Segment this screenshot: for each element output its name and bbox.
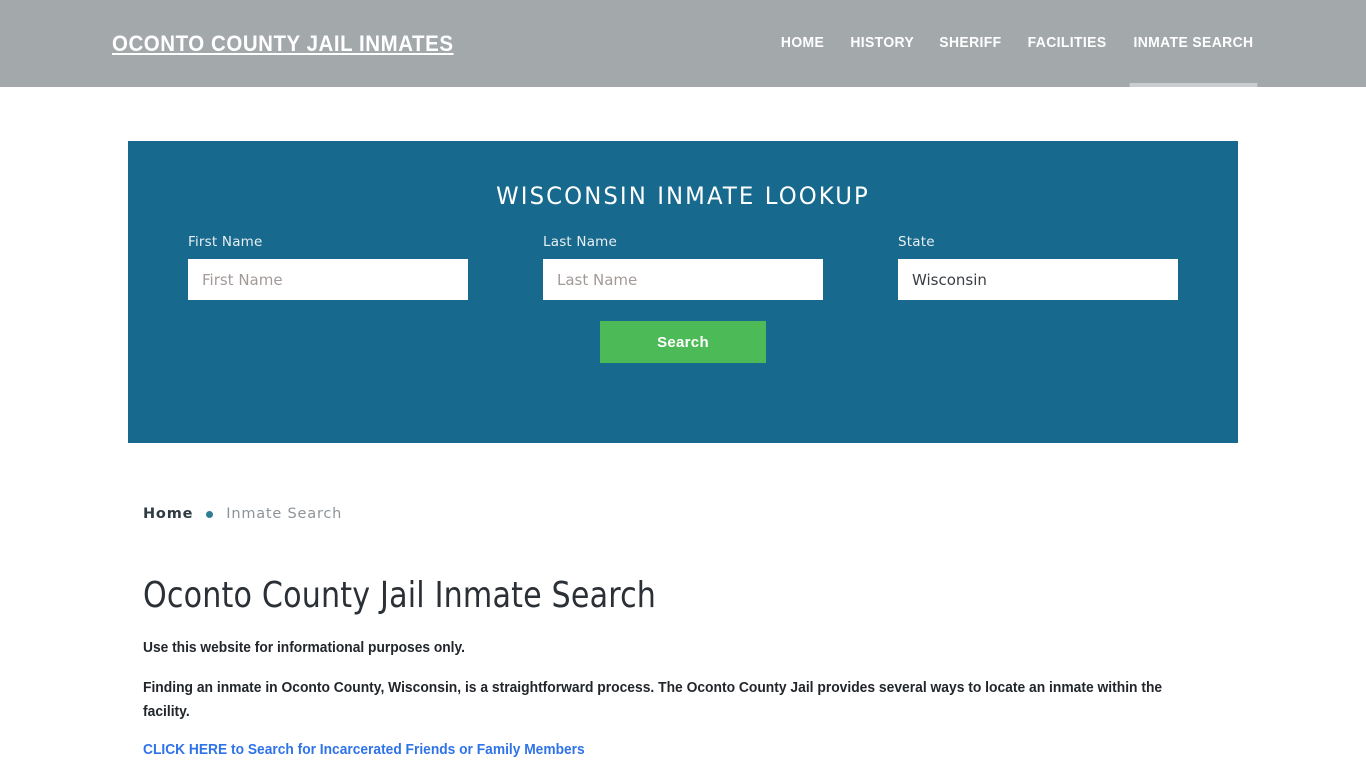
main-content: Oconto County Jail Inmate Search Use thi… [143,576,1233,759]
main-navigation: HOME HISTORY SHERIFF FACILITIES INMATE S… [780,0,1258,87]
site-brand-title[interactable]: OCONTO COUNTY JAIL INMATES [112,32,454,55]
page-title: Oconto County Jail Inmate Search [143,575,657,616]
nav-item-home[interactable]: HOME [781,0,824,87]
nav-item-facilities[interactable]: FACILITIES [1028,0,1107,87]
search-button[interactable]: Search [600,321,766,363]
nav-item-sheriff[interactable]: SHERIFF [939,0,1001,87]
breadcrumb-separator-dot-icon [206,510,214,518]
first-name-field-group: First Name [188,234,468,300]
lookup-panel-title: WISCONSIN INMATE LOOKUP [496,182,870,210]
intro-paragraph: Finding an inmate in Oconto County, Wisc… [143,680,1163,720]
nav-item-history[interactable]: HISTORY [850,0,914,87]
last-name-input[interactable] [543,259,823,300]
site-header: OCONTO COUNTY JAIL INMATES HOME HISTORY … [0,0,1366,87]
first-name-label: First Name [188,234,263,250]
breadcrumb: Home Inmate Search [143,506,342,522]
last-name-label: Last Name [543,234,618,250]
breadcrumb-current-page: Inmate Search [226,506,343,522]
first-name-input[interactable] [188,259,468,300]
breadcrumb-home-link[interactable]: Home [143,506,193,522]
search-button-wrap: Search [128,321,1238,363]
nav-item-inmate-search[interactable]: INMATE SEARCH [1129,0,1258,87]
lookup-field-row: First Name Last Name State [128,234,1238,314]
disclaimer-text: Use this website for informational purpo… [143,639,465,656]
inmate-search-cta-link[interactable]: CLICK HERE to Search for Incarcerated Fr… [143,742,585,758]
state-field-group: State [898,234,1178,300]
last-name-field-group: Last Name [543,234,823,300]
state-label: State [898,234,935,250]
inmate-lookup-panel: WISCONSIN INMATE LOOKUP First Name Last … [128,141,1238,443]
state-input[interactable] [898,259,1178,300]
